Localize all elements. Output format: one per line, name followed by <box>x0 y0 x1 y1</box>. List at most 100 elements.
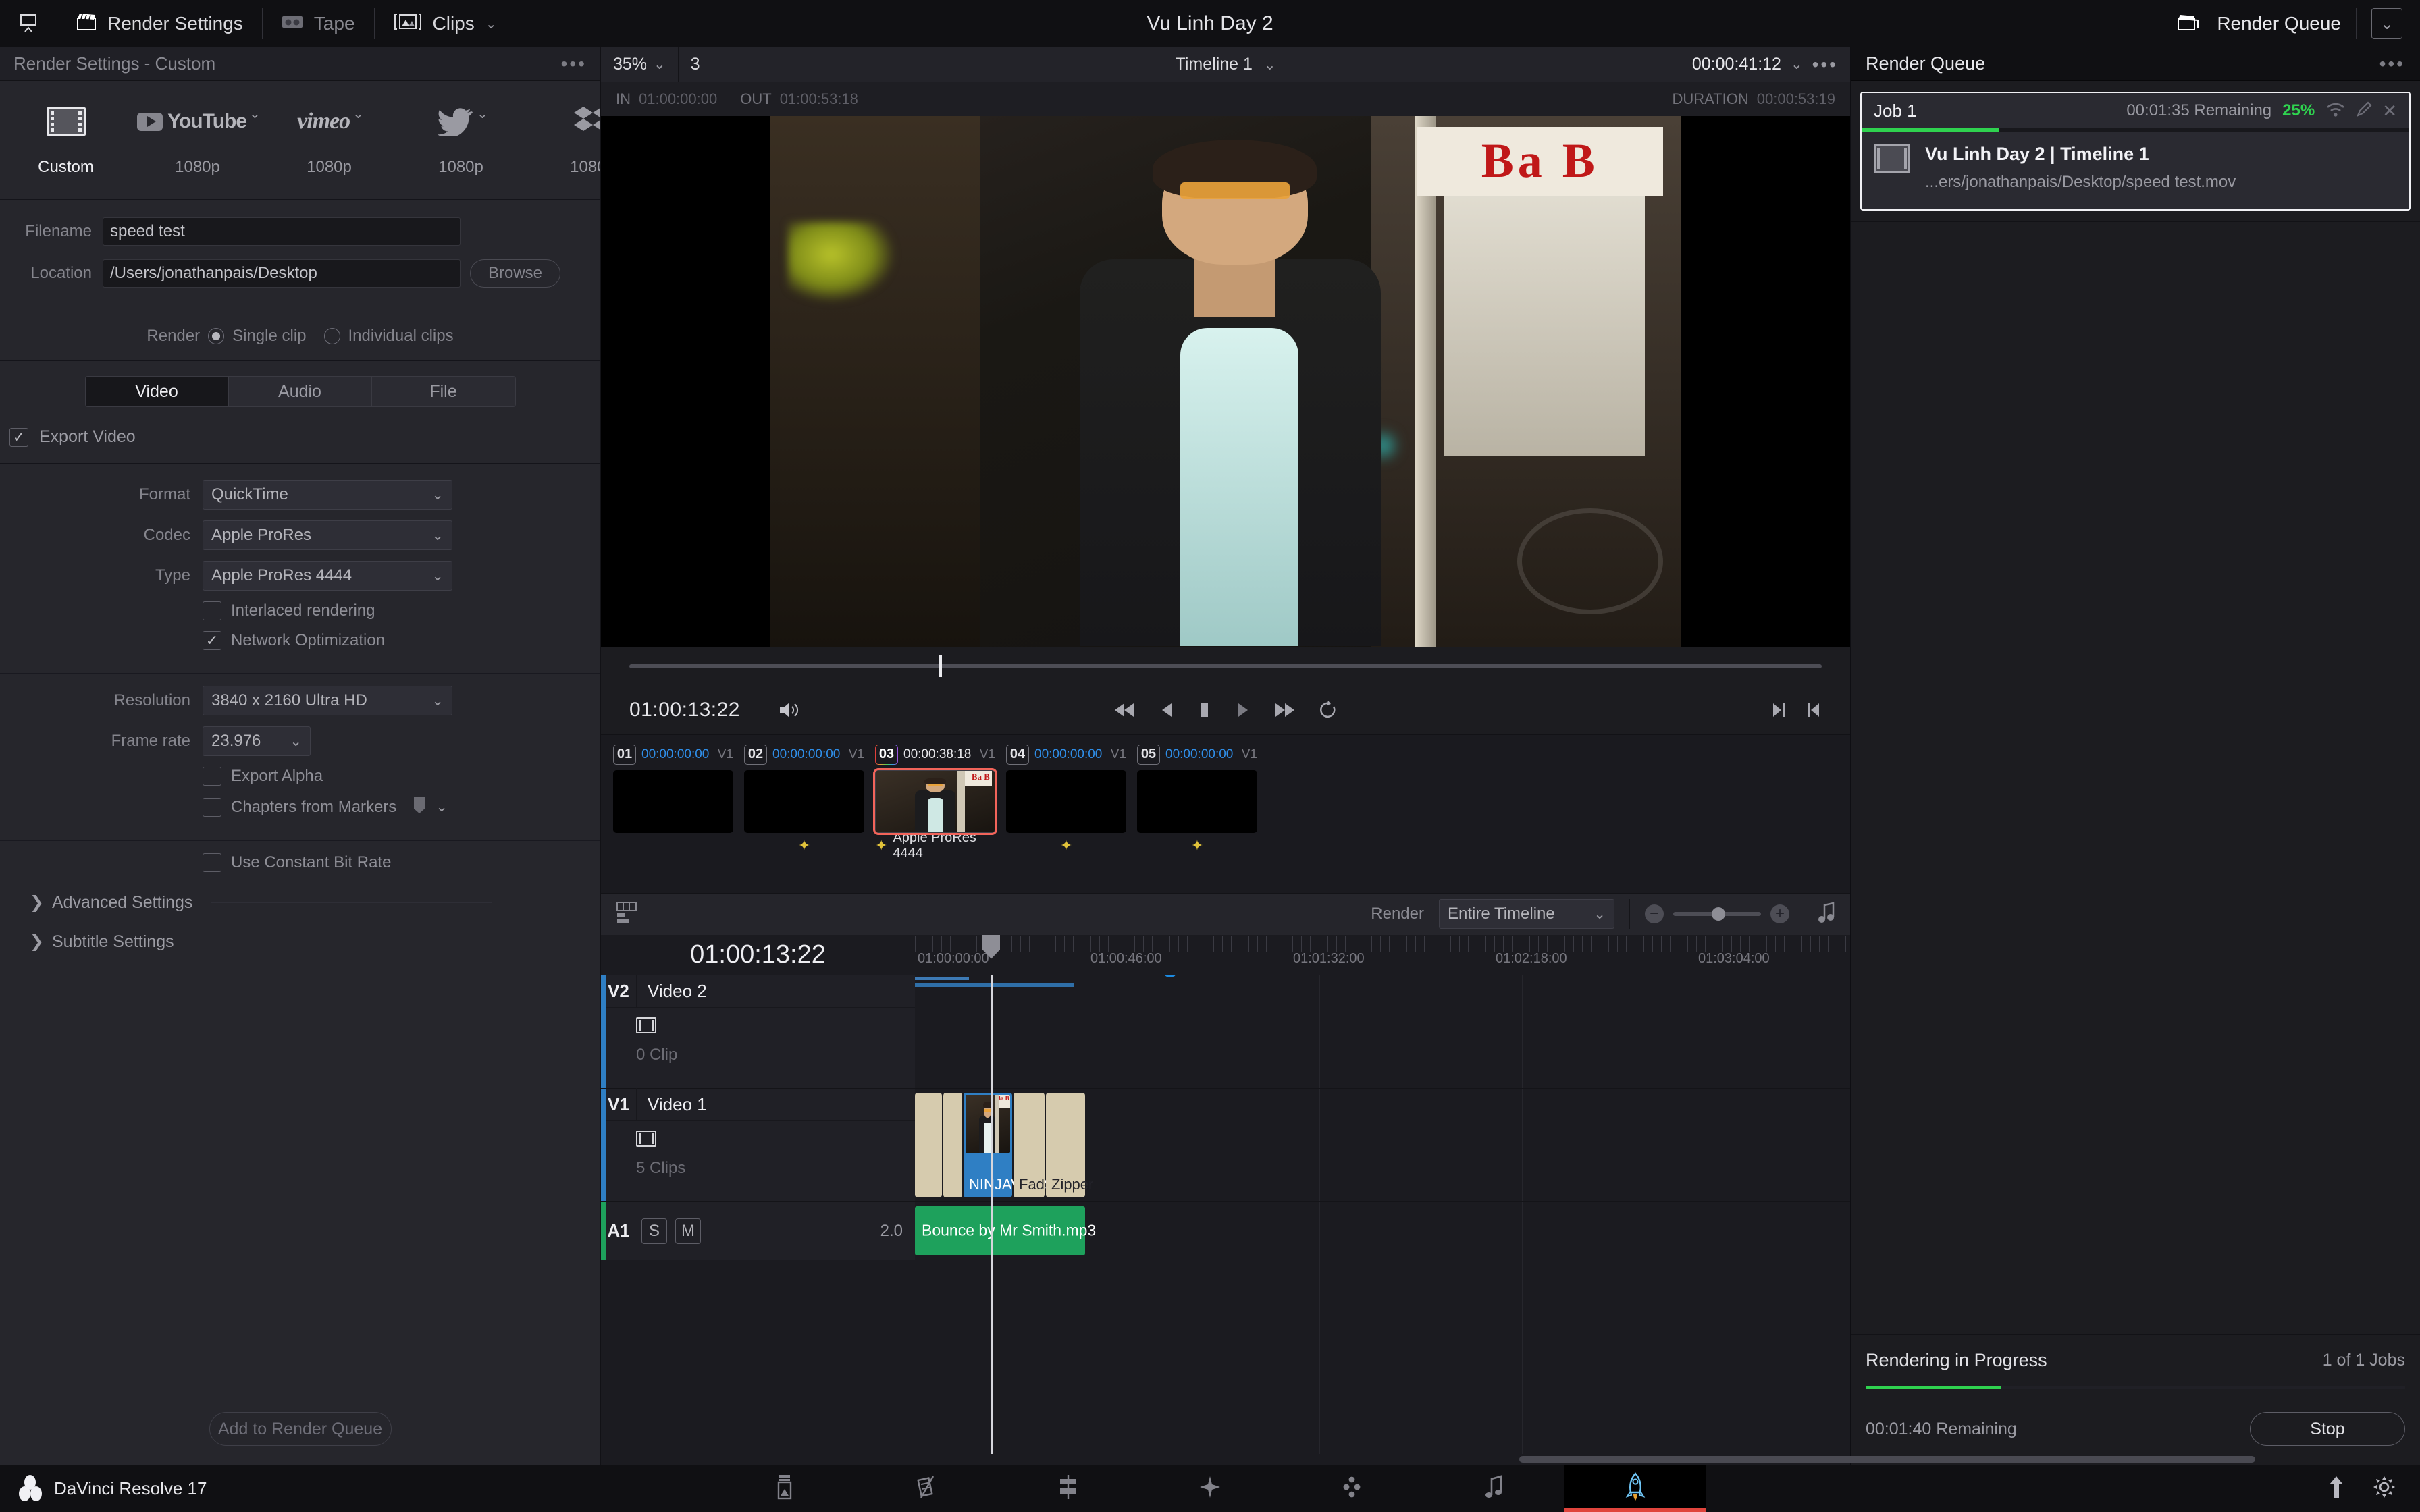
thumbnail-item-selected[interactable]: 03 00:00:38:18 V1 Ba B ✦ Apple ProRes 44… <box>873 743 997 861</box>
chevron-down-icon[interactable]: ⌄ <box>1264 57 1276 73</box>
render-queue-options-button[interactable]: ••• <box>2379 53 2405 75</box>
audio-waveform-icon[interactable] <box>1818 901 1835 926</box>
browse-button[interactable]: Browse <box>470 259 561 288</box>
tab-render-settings[interactable]: Render Settings <box>57 0 262 47</box>
subtitle-settings-disclosure[interactable]: ❯ Subtitle Settings <box>0 922 600 961</box>
track-clips-a1[interactable]: Bounce by Mr Smith.mp3 <box>915 1202 1850 1260</box>
framerate-select[interactable]: 23.976 ⌄ <box>203 726 311 756</box>
scrubber-track[interactable] <box>629 655 1822 677</box>
use-constant-bit-rate-checkbox[interactable] <box>203 853 221 872</box>
thumbnail-item[interactable]: 04 00:00:00:00 V1 ✦ <box>1006 743 1126 859</box>
scrollbar-thumb[interactable] <box>1519 1456 2255 1463</box>
export-alpha-checkbox[interactable] <box>203 767 221 786</box>
loop-icon[interactable] <box>1319 700 1338 720</box>
project-settings-icon[interactable] <box>2373 1476 2396 1502</box>
video-preview[interactable]: Ba B <box>601 116 1850 647</box>
preset-custom[interactable]: Custom <box>0 96 132 177</box>
network-optimization-row[interactable]: ✓ Network Optimization <box>0 631 600 650</box>
project-manager-icon[interactable] <box>2327 1475 2346 1503</box>
location-input[interactable]: /Users/jonathanpais/Desktop <box>103 259 461 288</box>
pencil-icon[interactable] <box>2355 101 2373 122</box>
zoom-in-button[interactable]: + <box>1770 905 1789 923</box>
chevron-down-icon[interactable]: ⌄ <box>436 799 448 815</box>
chapters-from-markers-row[interactable]: Chapters from Markers ⌄ <box>0 796 600 817</box>
chevron-down-icon[interactable]: ⌄ <box>477 105 488 122</box>
scrubber-playhead[interactable] <box>939 655 943 677</box>
timeline-marker[interactable] <box>1165 975 1176 977</box>
export-alpha-row[interactable]: Export Alpha <box>0 767 600 786</box>
preset-youtube[interactable]: YouTube ⌄ 1080p <box>132 96 263 177</box>
jump-to-start-icon[interactable] <box>1113 701 1136 719</box>
add-to-render-queue-button[interactable]: Add to Render Queue <box>209 1412 392 1446</box>
step-back-icon[interactable] <box>1159 701 1174 719</box>
timeline-horizontal-scrollbar[interactable] <box>601 1454 2255 1465</box>
timeline-clip[interactable]: Fade... <box>1014 1092 1065 1197</box>
close-icon[interactable]: ✕ <box>2382 101 2397 122</box>
interlaced-rendering-row[interactable]: Interlaced rendering <box>0 601 600 620</box>
preset-vimeo[interactable]: vimeo ⌄ 1080p <box>263 96 395 177</box>
render-range-select[interactable]: Entire Timeline ⌄ <box>1439 899 1614 929</box>
chevron-down-icon[interactable]: ⌄ <box>249 105 261 122</box>
timeline-audio-clip[interactable]: Bounce by Mr Smith.mp3 <box>915 1206 1096 1256</box>
track-name-v2[interactable]: Video 2 <box>636 975 749 1007</box>
play-icon[interactable] <box>1235 701 1250 719</box>
timeline-clip-selected[interactable]: Ba B NINJAV_S0... <box>964 1092 1059 1197</box>
preset-dropbox[interactable]: 1080p <box>527 96 600 177</box>
chevron-down-icon[interactable]: ⌄ <box>1791 56 1803 73</box>
filename-input[interactable]: speed test <box>103 217 461 246</box>
track-name-v1[interactable]: Video 1 <box>636 1088 749 1120</box>
solo-button[interactable]: S <box>641 1218 667 1244</box>
codec-select[interactable]: Apple ProRes ⌄ <box>203 520 452 550</box>
tab-video[interactable]: Video <box>85 377 229 406</box>
mute-button[interactable]: M <box>675 1218 701 1244</box>
timeline-view-options-icon[interactable] <box>616 901 637 927</box>
tab-clips[interactable]: Clips ⌄ <box>375 0 516 47</box>
marker-color-swatch[interactable] <box>413 796 426 817</box>
interlaced-rendering-checkbox[interactable] <box>203 601 221 620</box>
page-fusion[interactable] <box>1139 1465 1281 1512</box>
thumbnail-item[interactable]: 02 00:00:00:00 V1 ✦ <box>744 743 864 859</box>
chapters-from-markers-checkbox[interactable] <box>203 797 221 817</box>
clip-thumbnail-image[interactable] <box>1006 770 1126 833</box>
export-video-row[interactable]: ✓ Export Video <box>0 407 600 463</box>
resolution-select[interactable]: 3840 x 2160 Ultra HD ⌄ <box>203 686 452 716</box>
radio-individual-clips[interactable] <box>323 328 340 344</box>
clip-thumbnail-image[interactable]: Ba B <box>873 767 997 835</box>
panel-collapse-button[interactable]: ⌄ <box>2371 8 2402 39</box>
use-constant-bit-rate-row[interactable]: Use Constant Bit Rate <box>0 853 600 872</box>
wifi-icon[interactable] <box>2325 101 2346 121</box>
chevron-down-icon[interactable]: ⌄ <box>485 16 497 32</box>
out-timecode[interactable]: 01:00:53:18 <box>780 90 858 108</box>
timeline-ruler-ticks[interactable]: 01:00:00:00 01:00:46:00 01:01:32:00 01:0… <box>915 934 1850 975</box>
zoom-slider[interactable] <box>1673 907 1761 921</box>
page-deliver[interactable] <box>1564 1465 1706 1512</box>
viewer-scrubber[interactable] <box>601 646 1850 686</box>
chevron-down-icon[interactable]: ⌄ <box>352 105 364 122</box>
track-clips-v1[interactable]: Ba B NINJAV_S0... <box>915 1089 1850 1202</box>
track-video-toggle-icon[interactable] <box>636 1130 656 1147</box>
zoom-out-button[interactable]: − <box>1645 905 1664 923</box>
previous-marker-icon[interactable] <box>1806 701 1822 719</box>
jump-to-end-icon[interactable] <box>1273 701 1296 719</box>
thumbnail-item[interactable]: 05 00:00:00:00 V1 ✦ <box>1137 743 1257 859</box>
thumbnail-item[interactable]: 01 00:00:00:00 V1 <box>613 743 733 859</box>
export-video-checkbox[interactable]: ✓ <box>9 427 28 447</box>
next-marker-icon[interactable] <box>1770 701 1787 719</box>
render-queue-toggle-label[interactable]: Render Queue <box>2217 13 2341 34</box>
zoom-slider-knob[interactable] <box>1712 907 1726 921</box>
viewer-zoom-control[interactable]: 35% ⌄ <box>601 55 678 74</box>
render-job-item[interactable]: Job 1 00:01:35 Remaining 25% ✕ Vu Linh D… <box>1860 92 2411 211</box>
advanced-settings-disclosure[interactable]: ❯ Advanced Settings <box>0 883 600 922</box>
page-color[interactable] <box>1281 1465 1423 1512</box>
clip-thumbnail-image[interactable] <box>1137 770 1257 833</box>
radio-single-clip[interactable] <box>208 328 225 344</box>
viewer-toggle-button[interactable] <box>0 0 57 47</box>
tab-file[interactable]: File <box>371 377 515 406</box>
in-timecode[interactable]: 01:00:00:00 <box>639 90 717 108</box>
tab-tape[interactable]: Tape <box>263 0 374 47</box>
page-edit[interactable] <box>997 1465 1139 1512</box>
page-media[interactable] <box>714 1465 856 1512</box>
format-select[interactable]: QuickTime ⌄ <box>203 480 452 510</box>
clip-thumbnail-image[interactable] <box>744 770 864 833</box>
stop-icon[interactable] <box>1197 701 1212 719</box>
